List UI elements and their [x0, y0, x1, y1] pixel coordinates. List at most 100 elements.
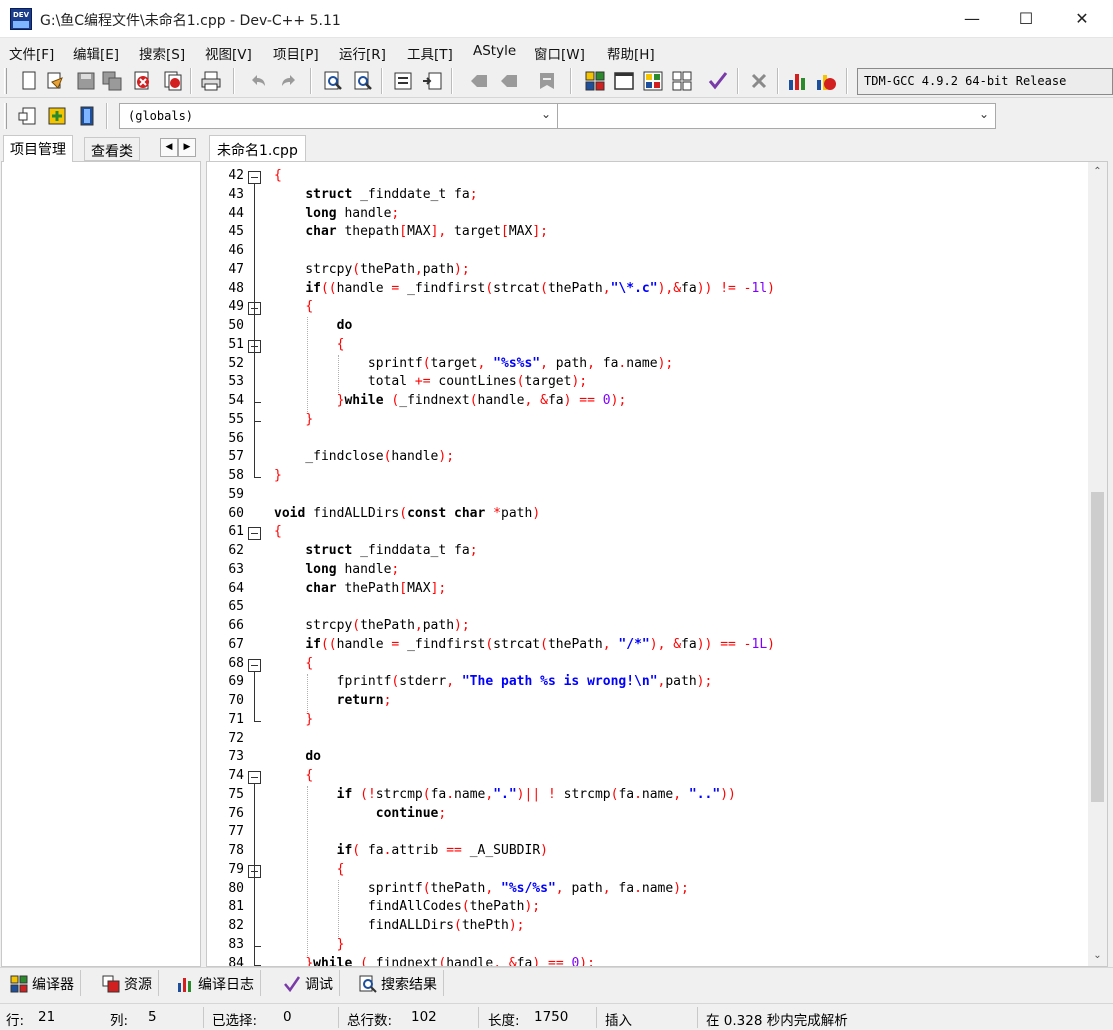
code-line[interactable]: }: [274, 937, 345, 952]
code-line[interactable]: }while (_findnext(handle, &fa) == 0);: [274, 956, 595, 967]
tab-project-manager[interactable]: 项目管理: [3, 135, 73, 162]
menu-view[interactable]: 视图[V]: [205, 43, 252, 63]
add-to-project-icon[interactable]: [46, 105, 68, 127]
code-line[interactable]: {: [274, 656, 313, 671]
tab-resources[interactable]: 资源: [96, 970, 159, 996]
save-icon[interactable]: [75, 70, 97, 92]
code-line[interactable]: {: [274, 768, 313, 783]
print-icon[interactable]: [200, 70, 222, 92]
compile-icon[interactable]: [584, 70, 606, 92]
chevron-down-icon[interactable]: ⌄: [979, 107, 989, 121]
code-editor[interactable]: 42 43 44 45 46 47 48 49 50 51 52 53 54 55 56 57 58 59 60 61…: [206, 161, 1108, 967]
compile-run-icon[interactable]: [642, 70, 664, 92]
insert-icon[interactable]: [16, 105, 38, 127]
undo-icon[interactable]: [247, 70, 269, 92]
member-select[interactable]: ⌄: [557, 103, 996, 129]
profile-chart-icon[interactable]: [786, 70, 808, 92]
tab-file[interactable]: 未命名1.cpp: [209, 135, 306, 163]
code-line[interactable]: if( fa.attrib == _A_SUBDIR): [274, 843, 548, 858]
code-line[interactable]: void findALLDirs(const char *path): [274, 506, 540, 521]
code-line[interactable]: if (!strcmp(fa.name,".")|| ! strcmp(fa.n…: [274, 787, 736, 802]
menu-file[interactable]: 文件[F]: [9, 43, 54, 63]
code-line[interactable]: long handle;: [274, 562, 399, 577]
close-all-icon[interactable]: [162, 70, 184, 92]
code-line[interactable]: {: [274, 299, 313, 314]
code-line[interactable]: {: [274, 862, 345, 877]
redo-icon[interactable]: [278, 70, 300, 92]
code-line[interactable]: struct _finddate_t fa;: [274, 187, 477, 202]
maximize-button[interactable]: ☐: [1003, 0, 1049, 38]
bookmark-prev-icon[interactable]: [468, 70, 490, 92]
close-button[interactable]: ✕: [1059, 0, 1105, 38]
tab-compiler[interactable]: 编译器: [4, 970, 81, 996]
tab-scroll-right-button[interactable]: ▶: [178, 138, 196, 157]
code-line[interactable]: fprintf(stderr, "The path %s is wrong!\n…: [274, 674, 713, 689]
menu-astyle[interactable]: AStyle: [473, 43, 516, 59]
indent-icon[interactable]: [392, 70, 414, 92]
toggle-comment-icon[interactable]: [536, 70, 558, 92]
compiler-select[interactable]: TDM-GCC 4.9.2 64-bit Release: [857, 68, 1113, 95]
code-line[interactable]: if((handle = _findfirst(strcat(thePath,"…: [274, 281, 775, 296]
code-line[interactable]: sprintf(thePath, "%s/%s", path, fa.name)…: [274, 881, 689, 896]
code-line[interactable]: }while (_findnext(handle, &fa) == 0);: [274, 393, 627, 408]
code-line[interactable]: {: [274, 337, 345, 352]
menu-help[interactable]: 帮助[H]: [607, 43, 655, 63]
new-file-icon[interactable]: [18, 70, 40, 92]
tab-debug[interactable]: 调试: [277, 970, 340, 996]
code-line[interactable]: do: [274, 318, 353, 333]
code-line[interactable]: char thePath[MAX];: [274, 581, 446, 596]
scroll-down-icon[interactable]: ⌄: [1088, 946, 1107, 965]
code-line[interactable]: {: [274, 168, 282, 183]
code-area[interactable]: { struct _finddate_t fa; long handle; ch…: [207, 162, 1089, 967]
scope-select[interactable]: (globals) ⌄: [119, 103, 558, 129]
code-line[interactable]: continue;: [274, 806, 446, 821]
menu-run[interactable]: 运行[R]: [339, 43, 386, 63]
code-line[interactable]: long handle;: [274, 206, 399, 221]
code-line[interactable]: char thepath[MAX], target[MAX];: [274, 224, 548, 239]
menu-window[interactable]: 窗口[W]: [534, 43, 585, 63]
code-line[interactable]: findALLDirs(thePth);: [274, 918, 525, 933]
code-line[interactable]: findAllCodes(thePath);: [274, 899, 540, 914]
menu-edit[interactable]: 编辑[E]: [73, 43, 119, 63]
code-line[interactable]: }: [274, 468, 282, 483]
tab-scroll-left-button[interactable]: ◀: [160, 138, 178, 157]
code-line[interactable]: }: [274, 712, 313, 727]
project-tree[interactable]: [1, 161, 201, 967]
find-icon[interactable]: [322, 70, 344, 92]
rebuild-all-icon[interactable]: [671, 70, 693, 92]
toolbar-grip[interactable]: [4, 68, 7, 94]
code-line[interactable]: return;: [274, 693, 392, 708]
chevron-down-icon[interactable]: ⌄: [541, 107, 551, 121]
minimize-button[interactable]: —: [949, 0, 995, 38]
replace-icon[interactable]: [352, 70, 374, 92]
tab-class-browser[interactable]: 查看类: [84, 137, 140, 161]
code-line[interactable]: sprintf(target, "%s%s", path, fa.name);: [274, 356, 673, 371]
code-line[interactable]: }: [274, 412, 313, 427]
vertical-scrollbar[interactable]: ⌃ ⌄: [1088, 162, 1107, 966]
tab-search-results[interactable]: 搜索结果: [353, 970, 444, 996]
stop-execution-icon[interactable]: [748, 70, 770, 92]
code-line[interactable]: if((handle = _findfirst(strcat(thePath, …: [274, 637, 775, 652]
delete-profile-icon[interactable]: [815, 70, 837, 92]
menu-search[interactable]: 搜索[S]: [139, 43, 185, 63]
close-file-icon[interactable]: [131, 70, 153, 92]
menu-tools[interactable]: 工具[T]: [407, 43, 453, 63]
syntax-check-icon[interactable]: [707, 70, 729, 92]
open-file-icon[interactable]: [44, 70, 66, 92]
bookmark-icon[interactable]: [76, 105, 98, 127]
goto-line-icon[interactable]: [421, 70, 443, 92]
bookmark-next-icon[interactable]: [498, 70, 520, 92]
run-icon[interactable]: [613, 70, 635, 92]
code-line[interactable]: struct _finddata_t fa;: [274, 543, 477, 558]
code-line[interactable]: _findclose(handle);: [274, 449, 454, 464]
toolbar-grip[interactable]: [4, 103, 7, 129]
code-line[interactable]: {: [274, 524, 282, 539]
code-line[interactable]: total += countLines(target);: [274, 374, 587, 389]
tab-compile-log[interactable]: 编译日志: [170, 970, 261, 996]
save-all-icon[interactable]: [101, 70, 123, 92]
menu-project[interactable]: 项目[P]: [273, 43, 319, 63]
scroll-up-icon[interactable]: ⌃: [1088, 162, 1107, 181]
scrollbar-thumb[interactable]: [1091, 492, 1104, 802]
code-line[interactable]: strcpy(thePath,path);: [274, 618, 469, 633]
code-line[interactable]: strcpy(thePath,path);: [274, 262, 469, 277]
